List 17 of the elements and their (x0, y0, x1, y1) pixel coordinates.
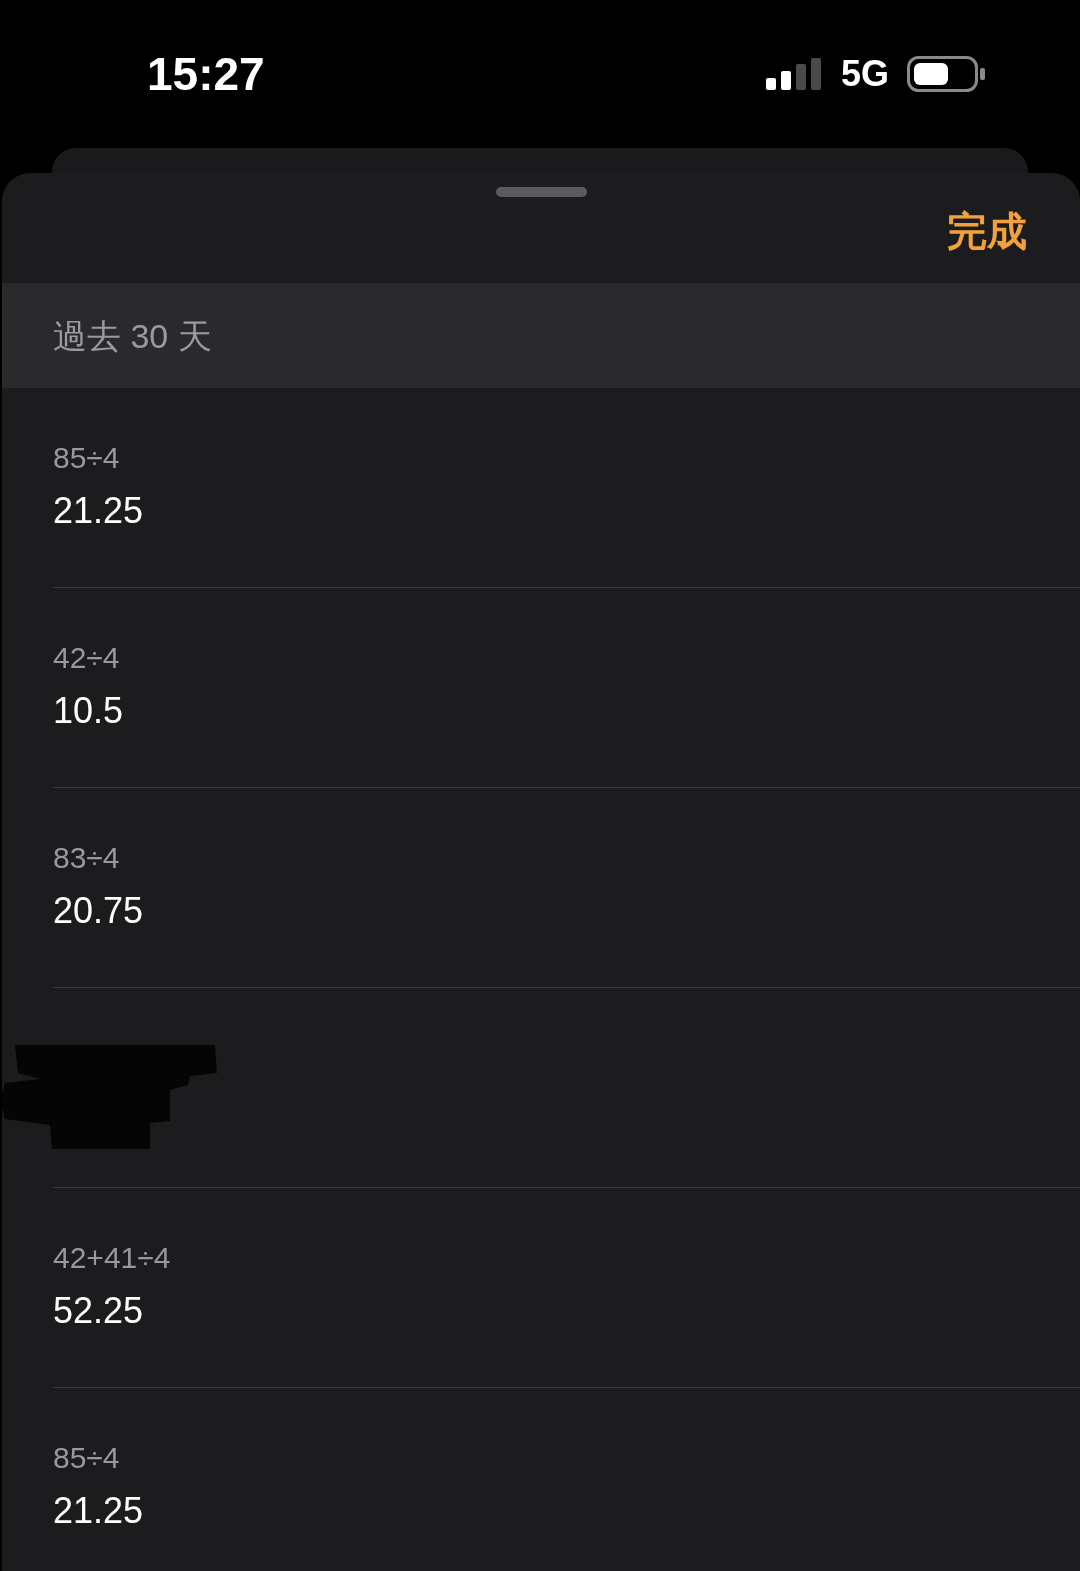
expression-text: 85÷4 (53, 1441, 120, 1475)
network-label: 5G (840, 54, 889, 94)
expression-text: 42+41÷4 (53, 1241, 171, 1275)
result-text: 10.5 (53, 691, 124, 731)
signal-icon (765, 58, 821, 90)
section-header-text: 過去 30 天 (53, 315, 212, 356)
status-time: 15:27 (147, 49, 265, 99)
done-button[interactable]: 完成 (947, 209, 1027, 253)
result-text: 21.25 (53, 1491, 144, 1531)
expression-text: 83÷4 (53, 841, 120, 875)
expression-text: 85÷4 (53, 441, 120, 475)
result-text: 21.25 (53, 491, 144, 531)
result-text: 20.75 (53, 891, 144, 931)
expression-text: 42÷4 (53, 641, 120, 675)
result-text: 52.25 (53, 1291, 144, 1331)
sheet-grabber[interactable] (495, 187, 587, 197)
battery-icon (907, 56, 985, 92)
